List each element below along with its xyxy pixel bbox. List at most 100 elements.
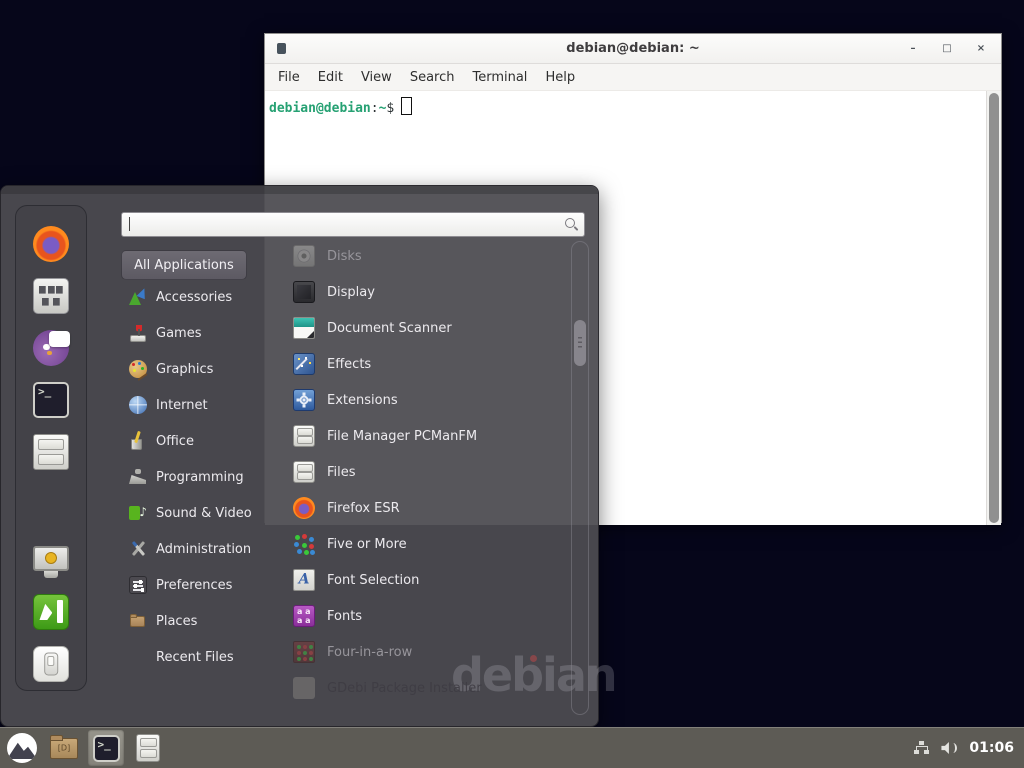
menu-button[interactable]: [4, 730, 40, 766]
font-selection-icon: [293, 569, 315, 591]
favorite-character-map[interactable]: [25, 278, 77, 314]
category-label: Recent Files: [156, 650, 234, 665]
app-gdebi-package-installer[interactable]: GDebi Package Installer: [283, 670, 569, 706]
menu-view[interactable]: View: [352, 67, 401, 88]
app-label: File Manager PCManFM: [327, 429, 477, 444]
places-icon: [129, 612, 147, 630]
category-programming[interactable]: Programming: [121, 459, 273, 495]
menu-help[interactable]: Help: [536, 67, 584, 88]
favorite-terminal[interactable]: [25, 382, 77, 418]
app-five-or-more[interactable]: Five or More: [283, 526, 569, 562]
category-accessories[interactable]: Accessories: [121, 279, 273, 315]
menu-edit[interactable]: Edit: [309, 67, 352, 88]
favorite-firefox[interactable]: [25, 226, 77, 262]
files-launcher[interactable]: [130, 730, 166, 766]
search-icon: [564, 217, 578, 231]
app-display[interactable]: Display: [283, 274, 569, 310]
maximize-button[interactable]: □: [941, 43, 953, 54]
close-button[interactable]: ×: [975, 43, 987, 54]
menu-terminal[interactable]: Terminal: [463, 67, 536, 88]
category-administration[interactable]: Administration: [121, 531, 273, 567]
app-disks[interactable]: Disks: [283, 238, 569, 274]
preferences-icon: [129, 576, 147, 594]
five-or-more-icon: [293, 533, 315, 555]
app-fonts[interactable]: Fonts: [283, 598, 569, 634]
favorite-log-out[interactable]: [25, 594, 77, 630]
category-games[interactable]: Games: [121, 315, 273, 351]
character-map-icon: [33, 278, 69, 314]
file-cabinet-icon: [136, 734, 160, 762]
prompt-line: debian@debian:~$: [265, 91, 1001, 116]
terminal-icon: [93, 735, 120, 762]
category-office[interactable]: Office: [121, 423, 273, 459]
category-label: Internet: [156, 398, 208, 413]
app-firefox-esr[interactable]: Firefox ESR: [283, 490, 569, 526]
category-recent-files[interactable]: Recent Files: [121, 639, 273, 675]
network-icon[interactable]: [913, 740, 930, 756]
menu-scrollbar[interactable]: [571, 241, 589, 715]
graphics-icon: [129, 360, 147, 378]
clock[interactable]: 01:06: [969, 740, 1014, 756]
terminal-scrollbar-thumb[interactable]: [989, 93, 999, 523]
app-label: Display: [327, 285, 375, 300]
favorite-lock-screen[interactable]: [25, 542, 77, 578]
app-extensions[interactable]: Extensions: [283, 382, 569, 418]
category-label: Places: [156, 614, 197, 629]
disks-icon: [293, 245, 315, 267]
four-in-a-row-icon: [293, 641, 315, 663]
desktop: debian@debian: ~ –□× FileEditViewSearchT…: [0, 0, 1024, 768]
terminal-scrollbar[interactable]: [986, 91, 1001, 525]
category-label: Sound & Video: [156, 506, 252, 521]
titlebar[interactable]: debian@debian: ~ –□×: [265, 34, 1001, 64]
category-sound-video[interactable]: Sound & Video: [121, 495, 273, 531]
menu-file[interactable]: File: [269, 67, 309, 88]
volume-icon[interactable]: [941, 740, 958, 756]
category-preferences[interactable]: Preferences: [121, 567, 273, 603]
menu-search[interactable]: Search: [401, 67, 464, 88]
app-file-manager-pcmanfm[interactable]: File Manager PCManFM: [283, 418, 569, 454]
terminal-window-icon: [277, 43, 286, 54]
taskbar: 01:06: [0, 727, 1024, 768]
taskbar-launchers: [0, 728, 172, 768]
all-applications-button[interactable]: All Applications: [121, 250, 247, 280]
favorite-file-cabinet[interactable]: [25, 434, 77, 470]
minimize-button[interactable]: –: [907, 43, 919, 54]
app-label: Disks: [327, 249, 362, 264]
category-places[interactable]: Places: [121, 603, 273, 639]
office-icon: [129, 432, 147, 450]
fonts-icon: [293, 605, 315, 627]
menu-scrollbar-thumb[interactable]: [574, 320, 586, 366]
search-box[interactable]: [121, 212, 585, 237]
category-label: Preferences: [156, 578, 232, 593]
search-input[interactable]: [121, 212, 585, 237]
category-internet[interactable]: Internet: [121, 387, 273, 423]
sound-video-icon: [129, 504, 147, 522]
file-manager-launcher[interactable]: [46, 730, 82, 766]
favorite-pidgin[interactable]: [25, 330, 77, 366]
category-label: Graphics: [156, 362, 213, 377]
gdebi-icon: [293, 677, 315, 699]
app-files[interactable]: Files: [283, 454, 569, 490]
app-label: Font Selection: [327, 573, 419, 588]
text-caret: [129, 217, 130, 231]
log-out-icon: [33, 594, 69, 630]
category-graphics[interactable]: Graphics: [121, 351, 273, 387]
favorite-shutdown[interactable]: [25, 646, 77, 682]
pidgin-icon: [33, 330, 69, 366]
firefox-icon: [293, 497, 315, 519]
all-applications-label: All Applications: [134, 258, 234, 273]
effects-icon: [293, 353, 315, 375]
terminal-icon: [33, 382, 69, 418]
category-label: Games: [156, 326, 201, 341]
app-label: Four-in-a-row: [327, 645, 412, 660]
terminal-task[interactable]: [88, 730, 124, 766]
app-label: Effects: [327, 357, 371, 372]
app-label: GDebi Package Installer: [327, 681, 482, 696]
prompt-separator: :: [371, 101, 379, 116]
app-effects[interactable]: Effects: [283, 346, 569, 382]
app-document-scanner[interactable]: Document Scanner: [283, 310, 569, 346]
app-font-selection[interactable]: Font Selection: [283, 562, 569, 598]
app-label: Document Scanner: [327, 321, 452, 336]
app-four-in-a-row[interactable]: Four-in-a-row: [283, 634, 569, 670]
terminal-cursor: [401, 97, 412, 115]
